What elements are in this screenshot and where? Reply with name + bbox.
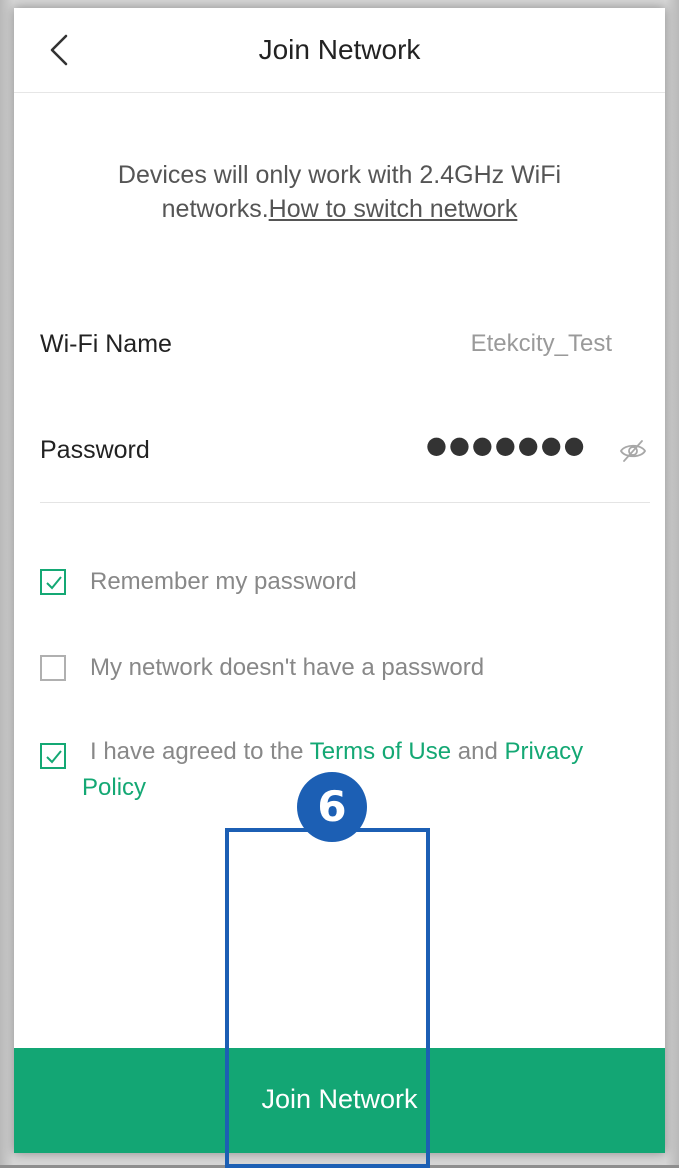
privacy-policy-link-part1[interactable]: Privacy [505,738,584,765]
checkmark-icon [46,750,62,764]
phone-screen: Join Network Devices will only work with… [14,8,665,1153]
page-title: Join Network [258,34,421,65]
join-network-button[interactable]: Join Network [14,1048,665,1153]
navigation-bar: Join Network [14,8,665,93]
terms-checkbox[interactable] [40,743,66,769]
join-network-label: Join Network [261,1084,418,1114]
no-password-checkbox[interactable] [40,655,66,681]
wifi-name-label: Wi-Fi Name [40,330,172,358]
no-password-label: My network doesn't have a password [90,654,485,681]
checkmark-icon [46,576,62,590]
remember-password-checkbox[interactable] [40,569,66,595]
wifi-name-row: Wi-Fi Name Etekcity_Test [40,324,650,368]
remember-password-label: Remember my password [90,568,357,595]
wifi-band-notice: Devices will only work with 2.4GHz WiFi … [74,158,605,226]
form-divider [40,502,650,503]
eye-slash-icon[interactable] [618,436,648,466]
terms-prefix: I have agreed to the [90,738,304,765]
terms-and: and [457,738,498,765]
step-number-badge: 6 [297,772,367,842]
password-label: Password [40,436,150,464]
password-row: Password [40,430,650,474]
wifi-name-value[interactable]: Etekcity_Test [471,330,612,358]
switch-network-link[interactable]: How to switch network [269,195,518,223]
password-input[interactable] [424,430,588,460]
terms-of-use-link[interactable]: Terms of Use [310,738,451,765]
